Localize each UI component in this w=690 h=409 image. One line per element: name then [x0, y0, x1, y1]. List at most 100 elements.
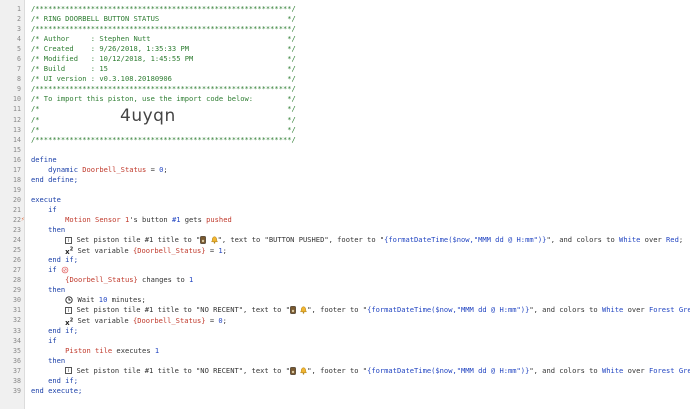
code-line[interactable]: 3 /**************************************… — [0, 24, 690, 34]
code-line[interactable]: 36 then — [0, 356, 690, 366]
code-line[interactable]: 8 /* UI version : v0.3.108.20180906 */ — [0, 74, 690, 84]
code-line[interactable]: 17 dynamic Doorbell_Status = 0; — [0, 165, 690, 175]
code-token: ; — [678, 235, 684, 245]
line-number: 14 — [13, 135, 21, 144]
code-line[interactable]: 24 i Set piston tile #1 title to " ", te… — [0, 235, 690, 245]
code-token: executes — [112, 345, 155, 355]
line-number: 19 — [13, 185, 21, 194]
code-token: ; — [222, 246, 227, 256]
code-line[interactable]: 14 /*************************************… — [0, 135, 690, 145]
code-token: end execute; — [31, 385, 83, 395]
line-number: 1 — [17, 5, 21, 13]
code-token: over — [623, 305, 649, 315]
disabled-icon — [61, 265, 69, 275]
code-text: end execute; — [31, 386, 82, 396]
code-line[interactable]: 19 — [0, 185, 690, 195]
code-line[interactable]: 6 /* Modified : 10/12/2018, 1:45:55 PM */ — [0, 54, 690, 64]
code-line[interactable]: 22 ⚡ Motion Sensor 1's button #1 gets pus… — [0, 215, 690, 225]
code-token: ", and colors to — [529, 305, 602, 315]
code-token: Set variable — [73, 246, 133, 256]
code-line[interactable]: 34 if — [0, 336, 690, 346]
line-number: 38 — [13, 376, 21, 385]
code-text: {Doorbell_Status} changes to 1 — [31, 275, 193, 285]
code-token: {formatDateTime($now,"MMM dd @ H:mm")} — [367, 365, 530, 375]
code-line[interactable]: 13 /* */ — [0, 125, 690, 135]
code-text: Wait 10 minutes; — [31, 295, 146, 305]
code-token: White — [619, 235, 641, 245]
code-line[interactable]: 39 end execute; — [0, 386, 690, 396]
code-line[interactable]: 9 /**************************************… — [0, 84, 690, 94]
code-line[interactable]: 16 define — [0, 155, 690, 165]
code-line[interactable]: 5 /* Created : 9/26/2018, 1:35:33 PM */ — [0, 44, 690, 54]
code-token: end if; — [31, 375, 78, 385]
code-line[interactable]: 29 then — [0, 285, 690, 295]
code-line[interactable]: 30 Wait 10 minutes; — [0, 295, 690, 305]
code-token: /***************************************… — [31, 84, 296, 94]
code-line[interactable]: 33 end if; — [0, 326, 690, 336]
code-line[interactable]: 28 {Doorbell_Status} changes to 1 — [0, 275, 690, 285]
code-token: Forest Green — [648, 305, 690, 315]
code-token: Wait — [73, 295, 99, 305]
code-line[interactable]: 1 /**************************************… — [0, 4, 690, 14]
code-token: White — [601, 365, 624, 375]
code-token: #1 — [171, 214, 181, 224]
code-line[interactable]: 21 if — [0, 205, 690, 215]
code-text: then — [31, 356, 65, 366]
code-line[interactable]: 31 i Set piston tile #1 title to "NO REC… — [0, 305, 690, 315]
code-token: if — [31, 335, 57, 345]
code-line[interactable]: 37 i Set piston tile #1 title to "NO REC… — [0, 366, 690, 376]
code-token: /* To import this piston, use the import… — [31, 94, 296, 104]
line-number: 6 — [17, 55, 21, 64]
code-line[interactable]: 10 /* To import this piston, use the impo… — [0, 94, 690, 104]
code-token: dynamic — [31, 164, 83, 174]
code-text: end define; — [31, 175, 78, 185]
code-token: {formatDateTime($now,"MMM dd @ H:mm")} — [367, 305, 530, 315]
code-line[interactable]: 4 /* Author : Stephen Nutt */ — [0, 34, 690, 44]
code-token: changes to — [137, 275, 190, 285]
line-number: 17 — [13, 165, 21, 174]
code-line[interactable]: 15 — [0, 145, 690, 155]
line-number: 16 — [13, 155, 21, 164]
code-line[interactable]: 26 end if; — [0, 255, 690, 265]
line-number: 10 — [13, 95, 21, 104]
code-token: {formatDateTime($now,"MMM dd @ H:mm")} — [384, 235, 547, 245]
code-text: end if; — [31, 255, 78, 265]
code-line[interactable]: 32 x2 Set variable {Doorbell_Status} = 0… — [0, 315, 690, 326]
line-number: 36 — [13, 356, 21, 365]
code-line[interactable]: 27 if — [0, 265, 690, 275]
code-token: ; — [222, 316, 227, 326]
code-token: pushed — [206, 214, 232, 224]
code-line[interactable]: 35 Piston tile executes 1 — [0, 346, 690, 356]
code-line[interactable]: 18 end define; — [0, 175, 690, 185]
code-token: /***************************************… — [31, 134, 296, 144]
code-token: over — [640, 235, 667, 245]
code-token: if — [31, 265, 61, 275]
code-token: ; — [163, 164, 168, 174]
code-line[interactable]: 7 /* Build : 15 */ — [0, 64, 690, 74]
code-line[interactable]: 20 execute — [0, 195, 690, 205]
line-number: 27 — [13, 266, 21, 275]
code-line[interactable]: 25 x2 Set variable {Doorbell_Status} = 1… — [0, 245, 690, 256]
code-text: /* */ — [31, 125, 296, 135]
code-token: Set piston tile #1 title to " — [72, 235, 201, 245]
code-token: {Doorbell_Status} — [65, 275, 138, 285]
code-token: Motion Sensor 1 — [31, 214, 130, 224]
code-token: Doorbell_Status — [82, 164, 147, 174]
code-token: = — [205, 246, 219, 256]
code-token: White — [601, 305, 624, 315]
code-text: if — [31, 336, 57, 346]
line-number: 30 — [13, 296, 21, 305]
code-text: /* To import this piston, use the import… — [31, 94, 296, 104]
code-token: /***************************************… — [31, 4, 296, 13]
code-line[interactable]: 11/* */ — [0, 104, 690, 114]
code-line[interactable]: 2 /* RING DOORBELL BUTTON STATUS */ — [0, 14, 690, 24]
code-text: Motion Sensor 1's button #1 gets pushed — [31, 215, 232, 225]
code-line[interactable]: 23 then — [0, 225, 690, 235]
code-text: /* Created : 9/26/2018, 1:35:33 PM */ — [31, 44, 296, 54]
code-line[interactable]: 38 end if; — [0, 376, 690, 386]
code-token: Forest Green — [648, 365, 690, 375]
code-line[interactable]: 12/* */4uyqn — [0, 107, 690, 125]
code-token: end if; — [31, 255, 78, 265]
code-text: end if; — [31, 376, 78, 386]
